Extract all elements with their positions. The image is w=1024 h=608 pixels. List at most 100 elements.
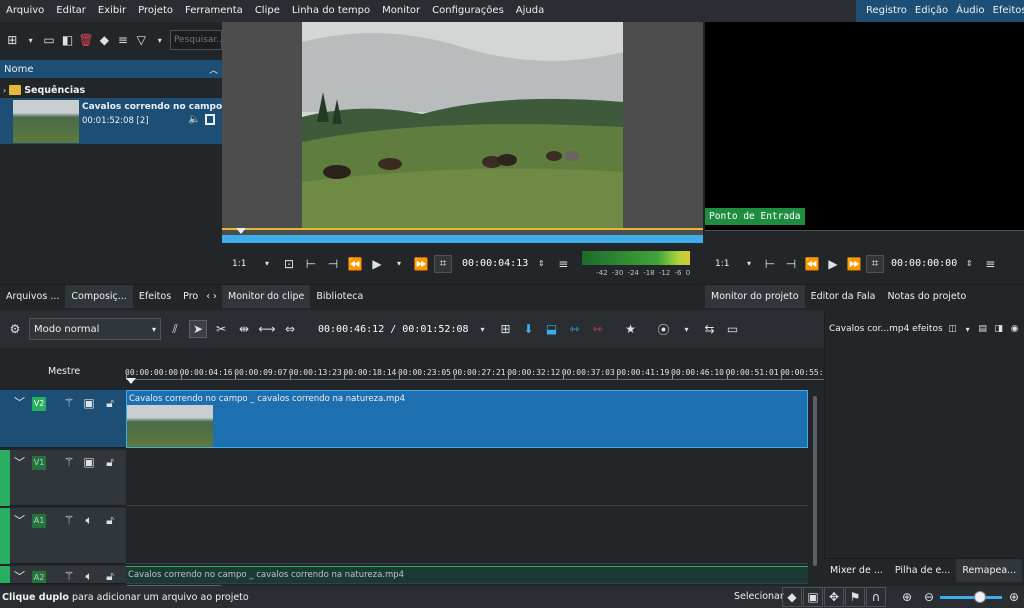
move-icon[interactable]: ✥ [824, 587, 844, 607]
zoom-slider-handle[interactable] [974, 591, 986, 603]
tab-pro[interactable]: Pro [177, 285, 204, 308]
chevron-down-icon[interactable]: ▾ [390, 255, 408, 273]
subtitle-icon[interactable]: ▭ [724, 320, 742, 338]
tab-monitor-do-clipe[interactable]: Monitor do clipe [222, 285, 311, 308]
speaker-icon[interactable]: 🔈︎ [80, 511, 98, 529]
chevron-down-icon[interactable]: ▾ [678, 320, 696, 338]
chevron-down-icon[interactable]: ▾ [258, 255, 276, 273]
effects-wand-icon[interactable]: ⚚ [60, 394, 78, 412]
properties-icon[interactable]: ◧ [59, 31, 75, 49]
tab-efeitos[interactable]: Efeitos [133, 285, 177, 308]
tab-editor-da-fala[interactable]: Editor da Fala [805, 285, 882, 308]
spin-icon[interactable]: ⇕ [960, 255, 978, 273]
menu-icon[interactable]: ≡ [981, 255, 999, 273]
layout-audio[interactable]: Áudio [952, 0, 988, 22]
flag-icon[interactable]: ⚑ [845, 587, 865, 607]
chevron-down-icon[interactable]: ▾ [152, 31, 168, 49]
overwrite-icon[interactable]: ⬓ [543, 320, 561, 338]
rewind-icon[interactable]: ⏪ [346, 255, 364, 273]
audio-clip[interactable]: Cavalos correndo no campo _ cavalos corr… [126, 566, 808, 583]
list-view-icon[interactable]: ≡ [115, 31, 131, 49]
video-clip[interactable]: Cavalos correndo no campo _ cavalos corr… [126, 390, 808, 448]
play-icon[interactable]: ▶ [824, 255, 842, 273]
layout-efeitos[interactable]: Efeitos [989, 0, 1024, 22]
track-lane-a1[interactable] [126, 508, 808, 564]
zoom-in-icon[interactable]: ⊕ [1005, 588, 1023, 606]
menu-monitor[interactable]: Monitor [376, 0, 426, 22]
chevron-down-icon[interactable]: ▾ [474, 320, 492, 338]
zoom-slider[interactable] [940, 591, 1002, 603]
snap-icon[interactable]: ⫽ [166, 320, 184, 338]
set-in-icon[interactable]: ⊢ [302, 255, 320, 273]
track-head-a2[interactable]: ﹀ A2 ⚚ 🔈︎ 🔓︎ [0, 566, 126, 584]
track-settings-icon[interactable]: ⚙ [6, 320, 24, 338]
visibility-eye-icon[interactable]: ◉ [1009, 320, 1021, 338]
fullscreen-icon[interactable]: ⊡ [280, 255, 298, 273]
collapse-chevron-icon[interactable]: ﹀ [14, 512, 25, 528]
tag-icon[interactable]: ◆ [782, 587, 802, 607]
bin-search-input[interactable] [169, 30, 222, 50]
menu-ajuda[interactable]: Ajuda [510, 0, 550, 22]
track-lane-a2[interactable]: Cavalos correndo no campo _ cavalos corr… [126, 566, 808, 584]
tab-composicoes[interactable]: Composiç... [65, 285, 133, 308]
tab-mixer[interactable]: Mixer de ... [824, 559, 889, 582]
lock-icon[interactable]: 🔓︎ [101, 567, 119, 583]
effects-wand-icon[interactable]: ⚚ [60, 511, 78, 529]
timeline-vertical-scrollbar[interactable] [810, 390, 820, 580]
set-in-icon[interactable]: ⊢ [761, 255, 779, 273]
forward-icon[interactable]: ⏩ [845, 255, 863, 273]
clip-zoom-select[interactable]: 1:1 [232, 259, 254, 269]
lock-icon[interactable]: 🔓︎ [101, 453, 119, 471]
collapse-chevron-icon[interactable]: ﹀ [14, 454, 25, 470]
timeline-position[interactable]: 00:00:46:12 / 00:01:52:08 [318, 324, 469, 335]
effects-wand-icon[interactable]: ⚚ [60, 567, 78, 583]
filter-icon[interactable]: ▽ [133, 31, 149, 49]
track-lane-v2[interactable]: Cavalos correndo no campo _ cavalos corr… [126, 390, 808, 448]
track-head-a1[interactable]: ﹀ A1 ⚚ 🔈︎ 🔓︎ [0, 508, 126, 564]
menu-arquivo[interactable]: Arquivo [0, 0, 50, 22]
menu-clipe[interactable]: Clipe [249, 0, 286, 22]
zoom-fit-icon[interactable]: ⊕ [898, 588, 916, 606]
scrollbar-thumb[interactable] [813, 396, 817, 566]
tab-arquivos[interactable]: Arquivos ... [0, 285, 65, 308]
save-effect-icon[interactable]: ▤ [977, 320, 989, 338]
razor-tool-icon[interactable]: ✂ [212, 320, 230, 338]
chevron-down-icon[interactable]: ▾ [963, 320, 973, 338]
scroll-tabs-icon[interactable]: ‹ › [204, 285, 219, 308]
film-icon[interactable]: ▣ [80, 394, 98, 412]
menu-configuracoes[interactable]: Configurações [426, 0, 510, 22]
track-lane-v1[interactable] [126, 450, 808, 506]
timeline-ruler[interactable]: Mestre 00:00:00:00 00:00:04:16 00:00:09:07… [0, 352, 833, 388]
clip-monitor-ruler[interactable] [222, 235, 703, 243]
film-icon[interactable]: ▣ [803, 587, 823, 607]
layout-edicao[interactable]: Edição [911, 0, 952, 22]
rewind-icon[interactable]: ⏪ [803, 255, 821, 273]
spacer-tool-icon[interactable]: ⇹ [235, 320, 253, 338]
magnet-icon[interactable]: ∩ [866, 587, 886, 607]
multicam-icon[interactable]: ⊞ [497, 320, 515, 338]
collapse-icon[interactable]: ◨ [993, 320, 1005, 338]
folder-add-icon[interactable]: ▭ [41, 31, 57, 49]
menu-projeto[interactable]: Projeto [132, 0, 179, 22]
slip-tool-icon[interactable]: ⇔ [281, 320, 299, 338]
lock-icon[interactable]: 🔓︎ [101, 511, 119, 529]
collapse-chevron-icon[interactable]: ﹀ [14, 568, 25, 583]
chevron-down-icon[interactable]: ▾ [740, 255, 758, 273]
clip-playhead-icon[interactable] [236, 228, 246, 234]
lock-icon[interactable]: 🔓︎ [101, 394, 119, 412]
tab-biblioteca[interactable]: Biblioteca [310, 285, 369, 308]
record-icon[interactable]: ⦿ [655, 320, 673, 338]
speaker-icon[interactable]: 🔈︎ [80, 567, 98, 583]
ripple-tool-icon[interactable]: ⟷ [258, 320, 276, 338]
insert-icon[interactable]: ⬇ [520, 320, 538, 338]
layout-registro[interactable]: Registro [862, 0, 911, 22]
clip-timecode[interactable]: 00:00:04:13 [462, 258, 528, 269]
tag-icon[interactable]: ◆ [96, 31, 112, 49]
project-zoom-select[interactable]: 1:1 [715, 259, 737, 269]
track-head-v1[interactable]: ﹀ V1 ⚚ ▣ 🔓︎ [0, 450, 126, 506]
favorite-star-icon[interactable]: ★ [622, 320, 640, 338]
tab-remapear[interactable]: Remapea... [956, 559, 1023, 582]
set-out-icon[interactable]: ⊣ [324, 255, 342, 273]
split-view-icon[interactable]: ◫ [947, 320, 959, 338]
menu-icon[interactable]: ≡ [554, 255, 572, 273]
